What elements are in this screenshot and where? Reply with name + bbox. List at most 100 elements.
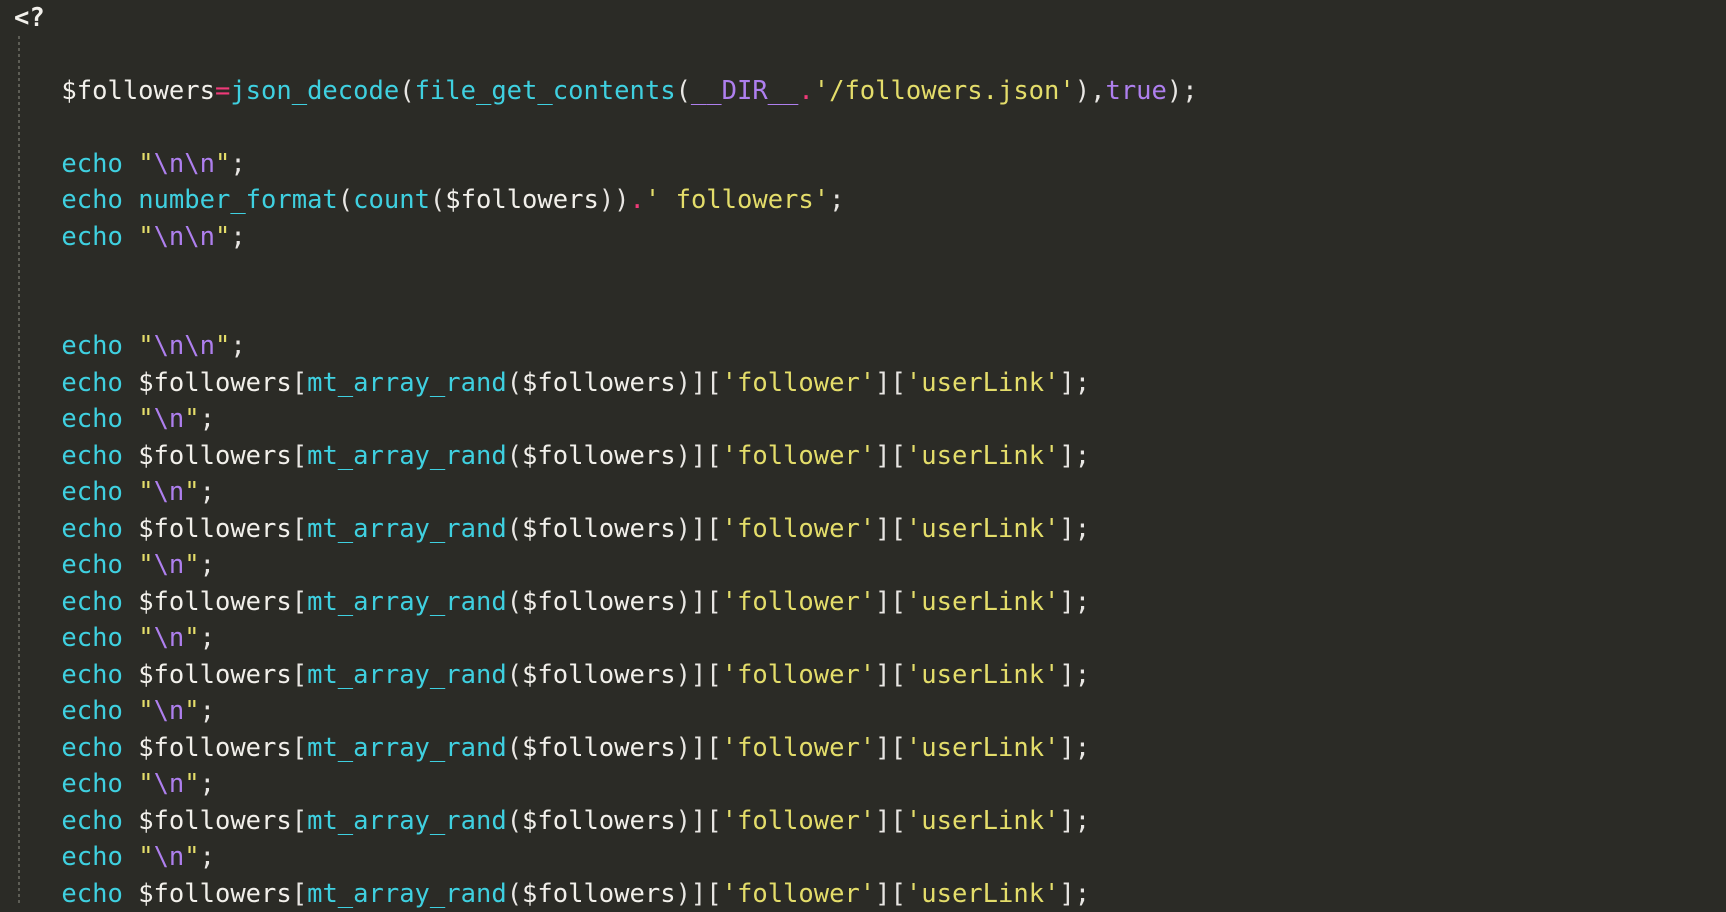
code-line[interactable]: echo $followers[mt_array_rand($followers…: [0, 803, 1726, 840]
code-token-plain: [123, 623, 138, 653]
code-token-plain: [123, 514, 138, 544]
code-line[interactable]: echo number_format(count($followers)).' …: [0, 182, 1726, 219]
code-token-str: 'follower': [722, 368, 876, 398]
code-token-str: 'follower': [722, 441, 876, 471]
code-token-plain: [123, 806, 138, 836]
code-line[interactable]: echo "\n\n";: [0, 219, 1726, 256]
code-editor[interactable]: <? $followers=json_decode(file_get_conte…: [0, 0, 1726, 904]
code-token-str: 'follower': [722, 514, 876, 544]
code-token-kw: echo: [61, 550, 122, 580]
code-token-esc: \n: [154, 623, 185, 653]
code-token-fn: mt_array_rand: [307, 879, 507, 909]
code-token-const: __DIR__: [691, 76, 798, 106]
code-token-plain: [123, 477, 138, 507]
code-token-punct: )][: [676, 660, 722, 690]
code-line[interactable]: $followers=json_decode(file_get_contents…: [0, 73, 1726, 110]
code-token-punct: )][: [676, 733, 722, 763]
code-token-var: $followers: [522, 879, 676, 909]
code-line[interactable]: echo $followers[mt_array_rand($followers…: [0, 511, 1726, 548]
code-content[interactable]: $followers=json_decode(file_get_contents…: [0, 36, 1726, 912]
code-line[interactable]: echo $followers[mt_array_rand($followers…: [0, 584, 1726, 621]
code-token-kw: echo: [61, 222, 122, 252]
code-line[interactable]: echo "\n";: [0, 693, 1726, 730]
code-line[interactable]: echo "\n\n";: [0, 328, 1726, 365]
code-token-plain: [0, 550, 61, 580]
code-token-var: $followers: [522, 660, 676, 690]
code-token-punct: ];: [1059, 806, 1090, 836]
code-token-str: ": [184, 623, 199, 653]
code-token-str: ": [138, 842, 153, 872]
code-token-punct: )][: [676, 806, 722, 836]
code-token-punct: )): [599, 185, 630, 215]
code-token-str: ": [138, 149, 153, 179]
code-line[interactable]: [0, 109, 1726, 146]
code-token-str: ": [138, 696, 153, 726]
code-token-punct: (: [507, 587, 522, 617]
code-token-esc: \n\n: [154, 149, 215, 179]
code-token-plain: [123, 842, 138, 872]
code-token-plain: [0, 587, 61, 617]
code-token-plain: [123, 404, 138, 434]
code-token-kw: echo: [61, 660, 122, 690]
code-token-punct: ;: [230, 222, 245, 252]
code-token-plain: [123, 696, 138, 726]
code-token-punct: (: [338, 185, 353, 215]
code-token-punct: ];: [1059, 368, 1090, 398]
code-token-str: 'userLink': [906, 806, 1060, 836]
code-line[interactable]: [0, 292, 1726, 329]
code-token-str: ": [184, 842, 199, 872]
code-token-punct: ;: [200, 769, 215, 799]
code-token-var: $followers: [138, 368, 292, 398]
code-token-punct: ];: [1059, 733, 1090, 763]
code-line[interactable]: echo "\n";: [0, 401, 1726, 438]
code-token-str: 'userLink': [906, 660, 1060, 690]
code-token-fn: mt_array_rand: [307, 733, 507, 763]
code-token-str: 'userLink': [906, 368, 1060, 398]
code-token-const: true: [1105, 76, 1166, 106]
code-token-kw: echo: [61, 477, 122, 507]
code-line[interactable]: echo "\n";: [0, 839, 1726, 876]
code-token-fn: json_decode: [230, 76, 399, 106]
code-token-str: 'userLink': [906, 514, 1060, 544]
code-line[interactable]: echo "\n";: [0, 766, 1726, 803]
code-token-str: ": [215, 149, 230, 179]
code-token-punct: ][: [875, 587, 906, 617]
code-token-var: $followers: [138, 587, 292, 617]
code-token-str: ": [184, 550, 199, 580]
code-line[interactable]: echo $followers[mt_array_rand($followers…: [0, 365, 1726, 402]
code-token-var: $followers: [138, 806, 292, 836]
code-token-punct: ][: [875, 806, 906, 836]
code-token-plain: [0, 185, 61, 215]
code-line[interactable]: echo $followers[mt_array_rand($followers…: [0, 876, 1726, 912]
code-token-plain: [123, 879, 138, 909]
code-token-var: $followers: [445, 185, 599, 215]
code-token-fn: number_format: [138, 185, 338, 215]
code-line[interactable]: echo $followers[mt_array_rand($followers…: [0, 438, 1726, 475]
code-token-fn: mt_array_rand: [307, 587, 507, 617]
code-token-plain: [0, 879, 61, 909]
code-line[interactable]: echo "\n";: [0, 620, 1726, 657]
code-token-punct: (: [507, 806, 522, 836]
code-line[interactable]: [0, 255, 1726, 292]
code-token-var: $followers: [522, 733, 676, 763]
code-token-punct: ][: [875, 368, 906, 398]
code-line[interactable]: echo "\n\n";: [0, 146, 1726, 183]
code-token-punct: ;: [230, 331, 245, 361]
code-token-esc: \n: [154, 404, 185, 434]
code-token-plain: [123, 222, 138, 252]
code-token-str: ": [138, 550, 153, 580]
code-token-punct: ;: [230, 149, 245, 179]
code-line[interactable]: echo $followers[mt_array_rand($followers…: [0, 657, 1726, 694]
code-token-punct: [: [292, 660, 307, 690]
code-line[interactable]: echo $followers[mt_array_rand($followers…: [0, 730, 1726, 767]
code-token-esc: \n: [154, 550, 185, 580]
code-token-plain: [123, 368, 138, 398]
code-token-punct: )][: [676, 587, 722, 617]
code-token-punct: ;: [200, 623, 215, 653]
code-token-kw: echo: [61, 696, 122, 726]
code-line[interactable]: echo "\n";: [0, 547, 1726, 584]
code-token-str: 'userLink': [906, 587, 1060, 617]
code-line[interactable]: [0, 36, 1726, 73]
code-token-punct: ][: [875, 733, 906, 763]
code-line[interactable]: echo "\n";: [0, 474, 1726, 511]
